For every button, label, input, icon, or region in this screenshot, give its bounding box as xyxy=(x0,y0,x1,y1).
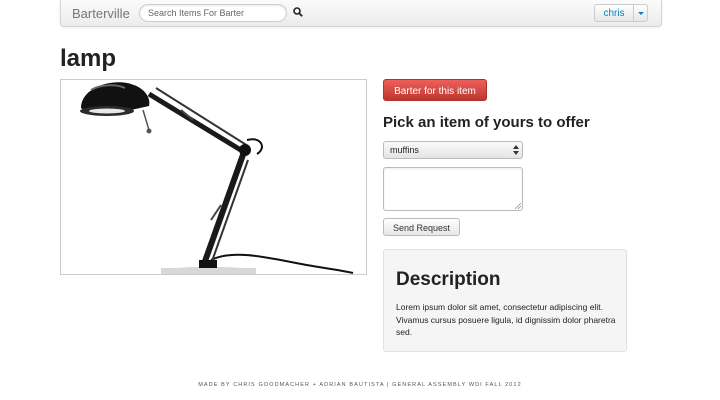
description-heading: Description xyxy=(396,269,501,290)
search-input[interactable] xyxy=(139,4,287,22)
description-text: Lorem ipsum dolor sit amet, consectetur … xyxy=(396,302,616,337)
offer-heading: Pick an item of yours to offer xyxy=(383,114,590,131)
item-image xyxy=(60,79,367,275)
user-menu-caret-icon[interactable] xyxy=(633,4,648,22)
brand-link[interactable]: Barterville xyxy=(72,6,130,21)
page-title: lamp xyxy=(60,45,117,72)
navbar: Barterville chris xyxy=(60,0,662,27)
message-textarea[interactable] xyxy=(383,167,523,211)
user-menu-button[interactable]: chris xyxy=(594,4,634,22)
description-panel: Description Lorem ipsum dolor sit amet, … xyxy=(383,249,627,352)
resize-handle-icon[interactable] xyxy=(515,203,521,209)
offer-item-select[interactable]: muffins xyxy=(383,141,523,159)
desk-lamp-image xyxy=(80,82,354,274)
search-icon[interactable] xyxy=(293,7,303,17)
select-arrows-icon xyxy=(513,145,519,155)
barter-button[interactable]: Barter for this item xyxy=(383,79,487,101)
offer-item-selected-value: muffins xyxy=(390,145,419,155)
footer-credit: MADE BY CHRIS GOODMACHER + ADRIAN BAUTIS… xyxy=(198,382,522,388)
send-request-button[interactable]: Send Request xyxy=(383,218,460,236)
